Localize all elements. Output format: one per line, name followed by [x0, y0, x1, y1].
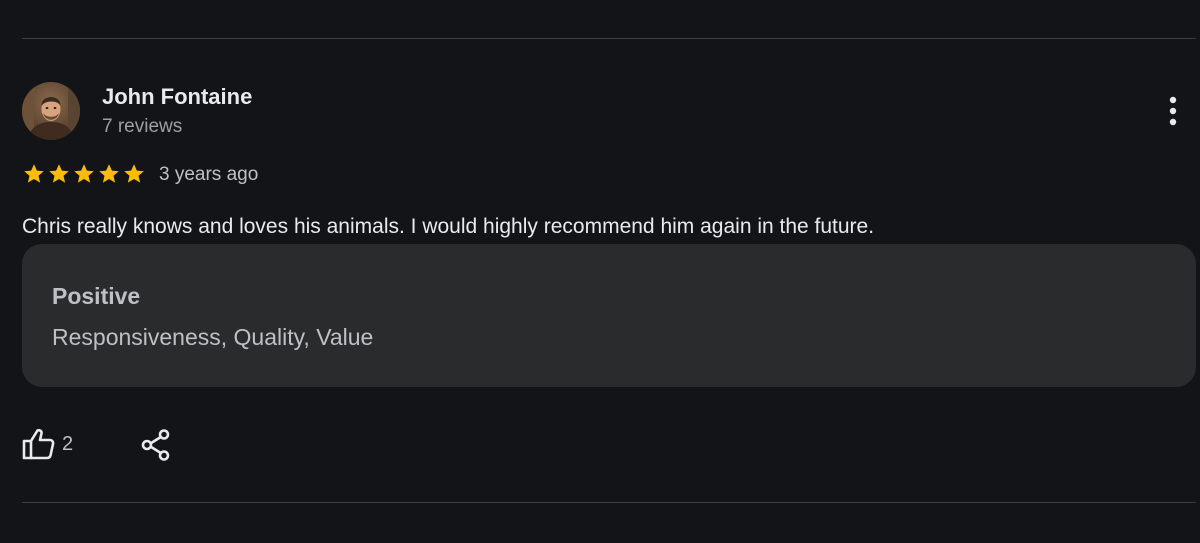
share-icon — [141, 429, 170, 461]
star-icon — [49, 164, 69, 183]
review-text: Chris really knows and loves his animals… — [22, 215, 875, 238]
more-vert-icon — [1169, 96, 1177, 126]
avatar-photo — [22, 82, 80, 140]
star-icon — [124, 164, 144, 183]
author-review-count[interactable]: 7 reviews — [102, 116, 182, 138]
top-divider — [22, 38, 1196, 39]
author-name[interactable]: John Fontaine — [102, 84, 252, 110]
star-icon — [99, 164, 119, 183]
bottom-divider — [22, 502, 1196, 503]
like-button[interactable]: 2 — [20, 424, 73, 464]
star-icon — [24, 164, 44, 183]
more-options-button[interactable] — [1158, 94, 1188, 128]
like-count: 2 — [62, 433, 74, 455]
review-attributes-card: Positive Responsiveness, Quality, Value — [22, 244, 1196, 387]
star-rating — [22, 162, 146, 188]
review-date: 3 years ago — [159, 164, 259, 185]
thumbs-up-icon — [22, 428, 55, 460]
attributes-heading: Positive — [52, 283, 141, 309]
author-avatar[interactable] — [22, 82, 80, 140]
attributes-values: Responsiveness, Quality, Value — [52, 324, 374, 350]
star-icon — [74, 164, 94, 183]
share-button[interactable] — [138, 426, 174, 464]
